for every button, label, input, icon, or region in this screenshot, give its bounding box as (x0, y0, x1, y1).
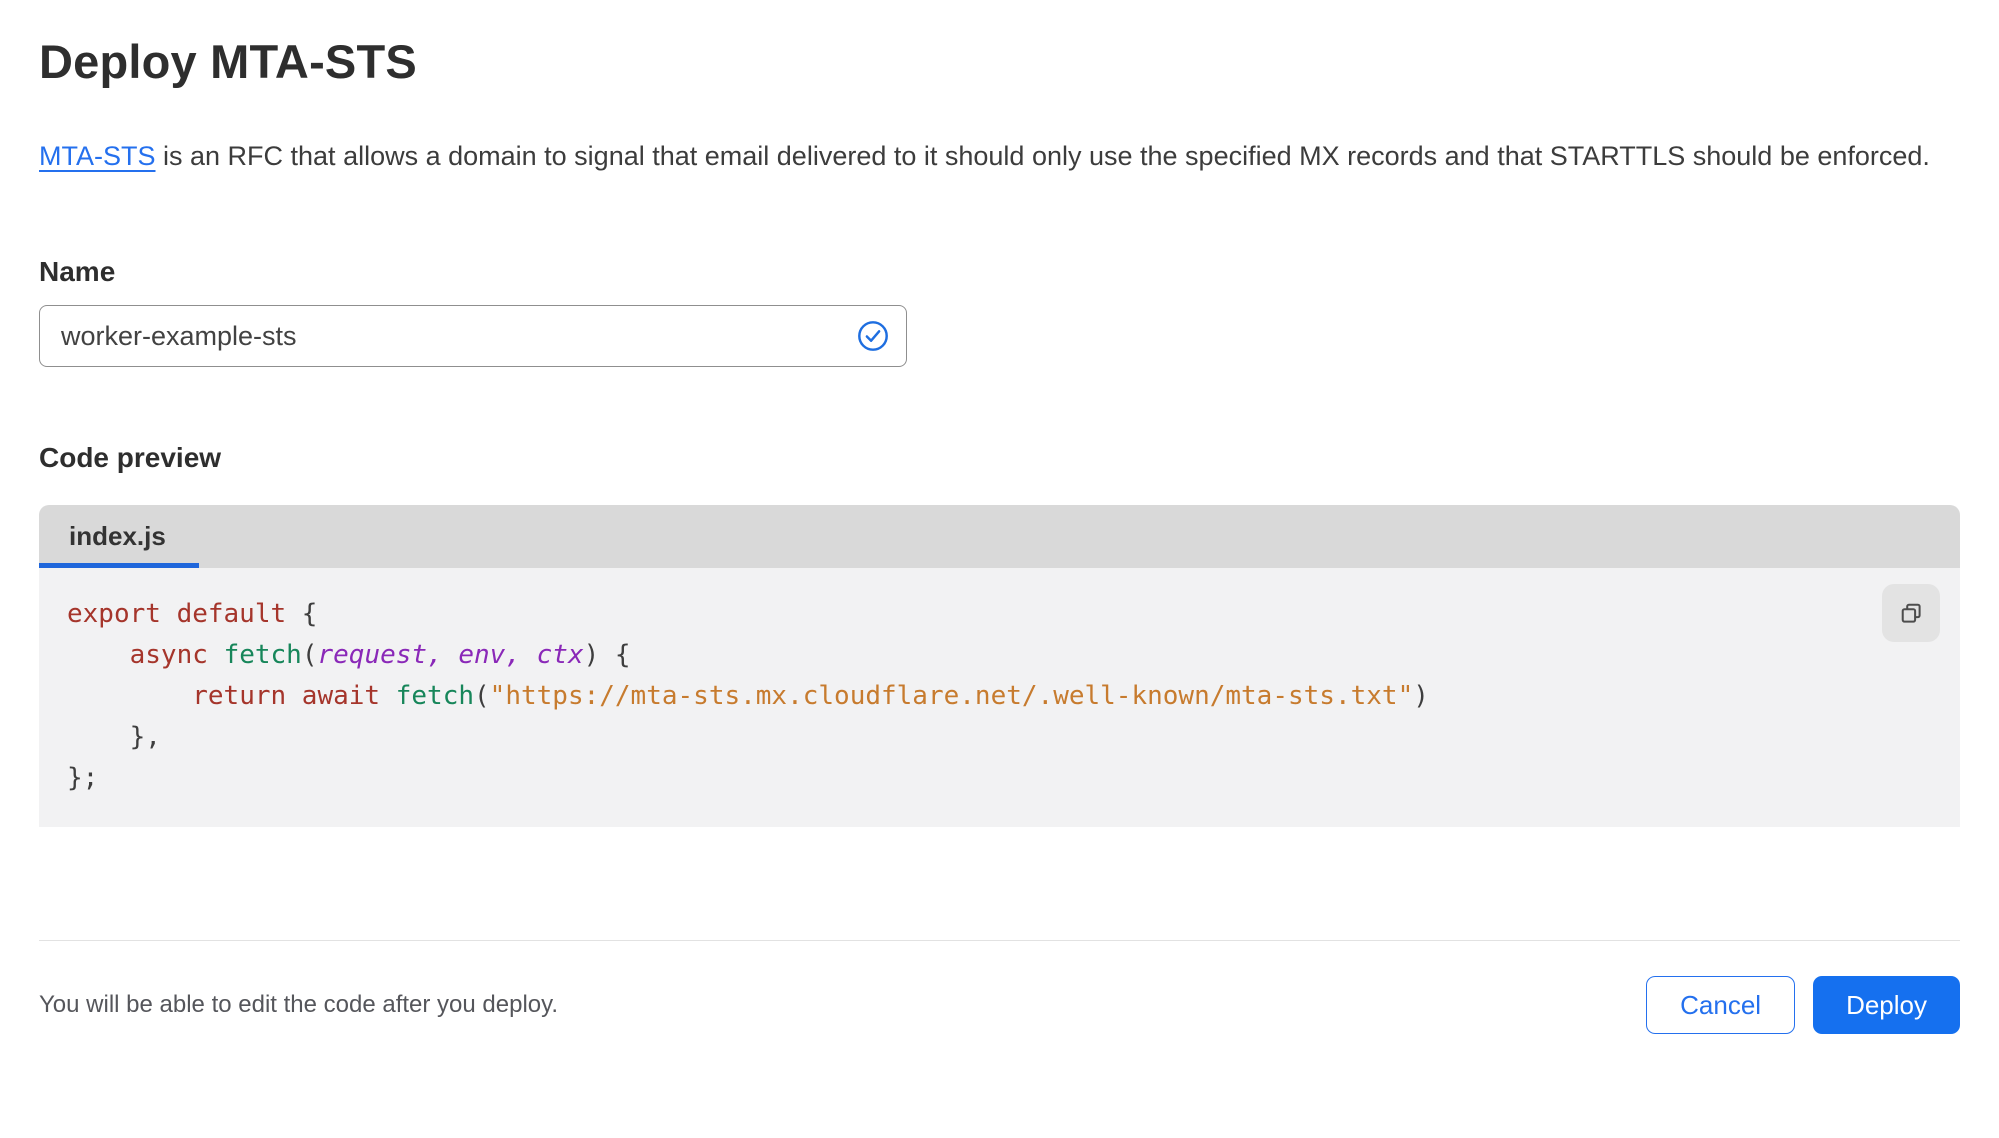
code-line: }, (67, 717, 1932, 758)
code-token: }, (67, 722, 161, 752)
code-token: ) { (583, 640, 631, 670)
footer-note: You will be able to edit the code after … (39, 991, 559, 1018)
code-token: return await (192, 681, 381, 711)
code-token: "https://mta-sts.mx.cloudflare.net/.well… (489, 681, 1414, 711)
code-line: async fetch(request, env, ctx) { (67, 635, 1932, 676)
footer-actions: Cancel Deploy (1646, 976, 1960, 1034)
name-input-wrap (39, 305, 907, 367)
code-token: fetch (223, 640, 302, 670)
check-circle-icon (858, 321, 888, 351)
cancel-button[interactable]: Cancel (1646, 976, 1796, 1034)
code-editor-area: export default { async fetch(request, en… (39, 568, 1960, 827)
deploy-button[interactable]: Deploy (1813, 976, 1960, 1034)
name-input[interactable] (39, 305, 907, 367)
footer: You will be able to edit the code after … (39, 976, 1960, 1034)
code-line: return await fetch("https://mta-sts.mx.c… (67, 676, 1932, 717)
intro-paragraph: MTA-STS is an RFC that allows a domain t… (39, 134, 1960, 179)
code-token: { (286, 599, 318, 629)
code-line: }; (67, 758, 1932, 799)
code-token: async (129, 640, 208, 670)
code-token: fetch (395, 681, 475, 711)
intro-text: is an RFC that allows a domain to signal… (155, 141, 1930, 171)
page-title: Deploy MTA-STS (39, 35, 417, 88)
code-tabbar: index.js (39, 505, 1960, 568)
copy-icon (1901, 603, 1921, 623)
tab-label: index.js (69, 521, 166, 551)
mta-sts-link[interactable]: MTA-STS (39, 141, 156, 171)
code-token: export default (67, 599, 287, 629)
code-token: ( (301, 640, 318, 670)
footer-divider (39, 940, 1960, 941)
code-line: export default { (67, 594, 1932, 635)
name-label: Name (39, 256, 116, 287)
code-token: request, env, ctx (317, 640, 584, 670)
tab-index-js[interactable]: index.js (39, 505, 196, 568)
code-token: ) (1413, 681, 1429, 711)
code-preview-block: index.js export default { async fetch(re… (39, 505, 1960, 827)
copy-code-button[interactable] (1882, 584, 1940, 642)
code-token: }; (67, 763, 99, 793)
code-token: ( (474, 681, 490, 711)
code-preview-heading: Code preview (39, 442, 222, 473)
